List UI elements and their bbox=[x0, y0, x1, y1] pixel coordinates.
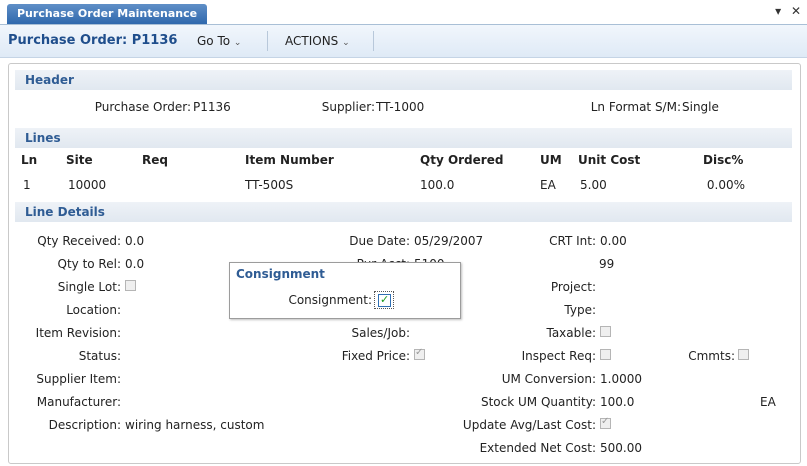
purchase-order-value: P1136 bbox=[193, 100, 231, 114]
um-conversion-value: 1.0000 bbox=[600, 372, 642, 386]
qty-to-rel-value: 0.0 bbox=[125, 257, 145, 271]
inspect-req-checkbox[interactable] bbox=[600, 349, 611, 360]
fixed-price-checkbox[interactable] bbox=[414, 347, 425, 360]
consignment-label: Consignment: bbox=[288, 293, 372, 307]
stock-um-quantity-value: 100.0 bbox=[600, 395, 635, 409]
cell-disc: 0.00% bbox=[706, 178, 745, 192]
cell-item-number: TT-500S bbox=[245, 178, 294, 192]
ln-format-label: Ln Format S/M: bbox=[590, 100, 681, 114]
section-line-details-title: Line Details bbox=[15, 202, 792, 222]
extended-net-cost-label: Extended Net Cost: bbox=[479, 441, 596, 455]
due-date-label: Due Date: bbox=[349, 234, 410, 248]
description-label: Description: bbox=[48, 418, 121, 432]
crt-int-value: 0.00 bbox=[600, 234, 627, 248]
single-lot-checkbox[interactable] bbox=[125, 280, 136, 291]
consignment-focus-box bbox=[374, 291, 394, 309]
um-conversion-label: UM Conversion: bbox=[501, 372, 596, 386]
cell-site: 10000 bbox=[68, 178, 107, 192]
fixed-price-label: Fixed Price: bbox=[341, 349, 410, 363]
cmmts-checkbox[interactable] bbox=[738, 349, 749, 360]
section-lines-title: Lines bbox=[15, 128, 792, 148]
update-avg-last-cost-checkbox[interactable] bbox=[600, 416, 611, 429]
dropdown-arrow-icon[interactable]: ▾ bbox=[775, 4, 781, 18]
inspect-req-label: Inspect Req: bbox=[521, 349, 596, 363]
cell-um: EA bbox=[540, 178, 556, 192]
consignment-checkbox[interactable] bbox=[378, 293, 391, 307]
toolbar-divider bbox=[373, 31, 374, 51]
status-label: Status: bbox=[78, 349, 121, 363]
qty-received-label: Qty Received: bbox=[37, 234, 121, 248]
ln-format-value: Single bbox=[682, 100, 719, 114]
toolbar-divider bbox=[267, 31, 268, 51]
supplier-value: TT-1000 bbox=[376, 100, 425, 114]
actions-menu[interactable]: ACTIONS ⌄ bbox=[285, 34, 350, 48]
col-header-req: Req bbox=[142, 153, 168, 167]
section-header-title: Header bbox=[15, 70, 792, 90]
update-avg-last-cost-label: Update Avg/Last Cost: bbox=[462, 418, 596, 432]
actions-menu-label: ACTIONS bbox=[285, 34, 339, 48]
crt-int-label: CRT Int: bbox=[549, 234, 596, 248]
taxable-checkbox[interactable] bbox=[600, 326, 611, 337]
manufacturer-label: Manufacturer: bbox=[36, 395, 121, 409]
qty-received-value: 0.0 bbox=[125, 234, 145, 248]
consignment-popup-title: Consignment bbox=[236, 267, 325, 281]
page-title: Purchase Order: P1136 bbox=[8, 33, 178, 48]
chevron-down-icon: ⌄ bbox=[342, 38, 350, 48]
supplier-item-label: Supplier Item: bbox=[36, 372, 121, 386]
extended-net-cost-value: 500.00 bbox=[600, 441, 642, 455]
type-label: Type: bbox=[564, 303, 596, 317]
col-header-item-number: Item Number bbox=[245, 153, 334, 167]
tab-bar: Purchase Order Maintenance ▾ ✕ bbox=[0, 0, 807, 25]
col-header-um: UM bbox=[540, 153, 562, 167]
close-icon[interactable]: ✕ bbox=[791, 4, 801, 18]
col-header-ln: Ln bbox=[21, 153, 38, 167]
tab-purchase-order-maintenance[interactable]: Purchase Order Maintenance bbox=[7, 4, 208, 24]
item-revision-label: Item Revision: bbox=[35, 326, 121, 340]
col-header-site: Site bbox=[66, 153, 93, 167]
supplier-label: Supplier: bbox=[321, 100, 375, 114]
single-lot-label: Single Lot: bbox=[57, 280, 121, 294]
consignment-popup: Consignment Consignment: bbox=[229, 262, 461, 319]
cmmts-label: Cmmts: bbox=[688, 349, 735, 363]
project-label: Project: bbox=[550, 280, 596, 294]
due-date-value: 05/29/2007 bbox=[414, 234, 484, 248]
taxable-label: Taxable: bbox=[546, 326, 596, 340]
purchase-order-label: Purchase Order: bbox=[94, 100, 191, 114]
goto-menu[interactable]: Go To ⌄ bbox=[197, 34, 241, 48]
cell-qty-ordered: 100.0 bbox=[420, 178, 455, 192]
qty-to-rel-label: Qty to Rel: bbox=[57, 257, 122, 271]
window-controls: ▾ ✕ bbox=[769, 4, 801, 18]
chevron-down-icon: ⌄ bbox=[233, 38, 242, 48]
sales-job-label: Sales/Job: bbox=[351, 326, 410, 340]
col-header-disc: Disc% bbox=[703, 153, 744, 167]
cell-ln: 1 bbox=[23, 178, 31, 192]
col-header-qty-ordered: Qty Ordered bbox=[420, 153, 504, 167]
cell-unit-cost: 5.00 bbox=[580, 178, 607, 192]
stock-um-value: EA bbox=[760, 395, 776, 409]
toolbar: Purchase Order: P1136 Go To ⌄ ACTIONS ⌄ bbox=[0, 25, 807, 58]
pur-acct-sub-value: 99 bbox=[599, 257, 615, 271]
description-value: wiring harness, custom bbox=[125, 418, 265, 432]
goto-menu-label: Go To bbox=[197, 34, 231, 48]
col-header-unit-cost: Unit Cost bbox=[578, 153, 641, 167]
location-label: Location: bbox=[66, 303, 121, 317]
stock-um-quantity-label: Stock UM Quantity: bbox=[480, 395, 596, 409]
